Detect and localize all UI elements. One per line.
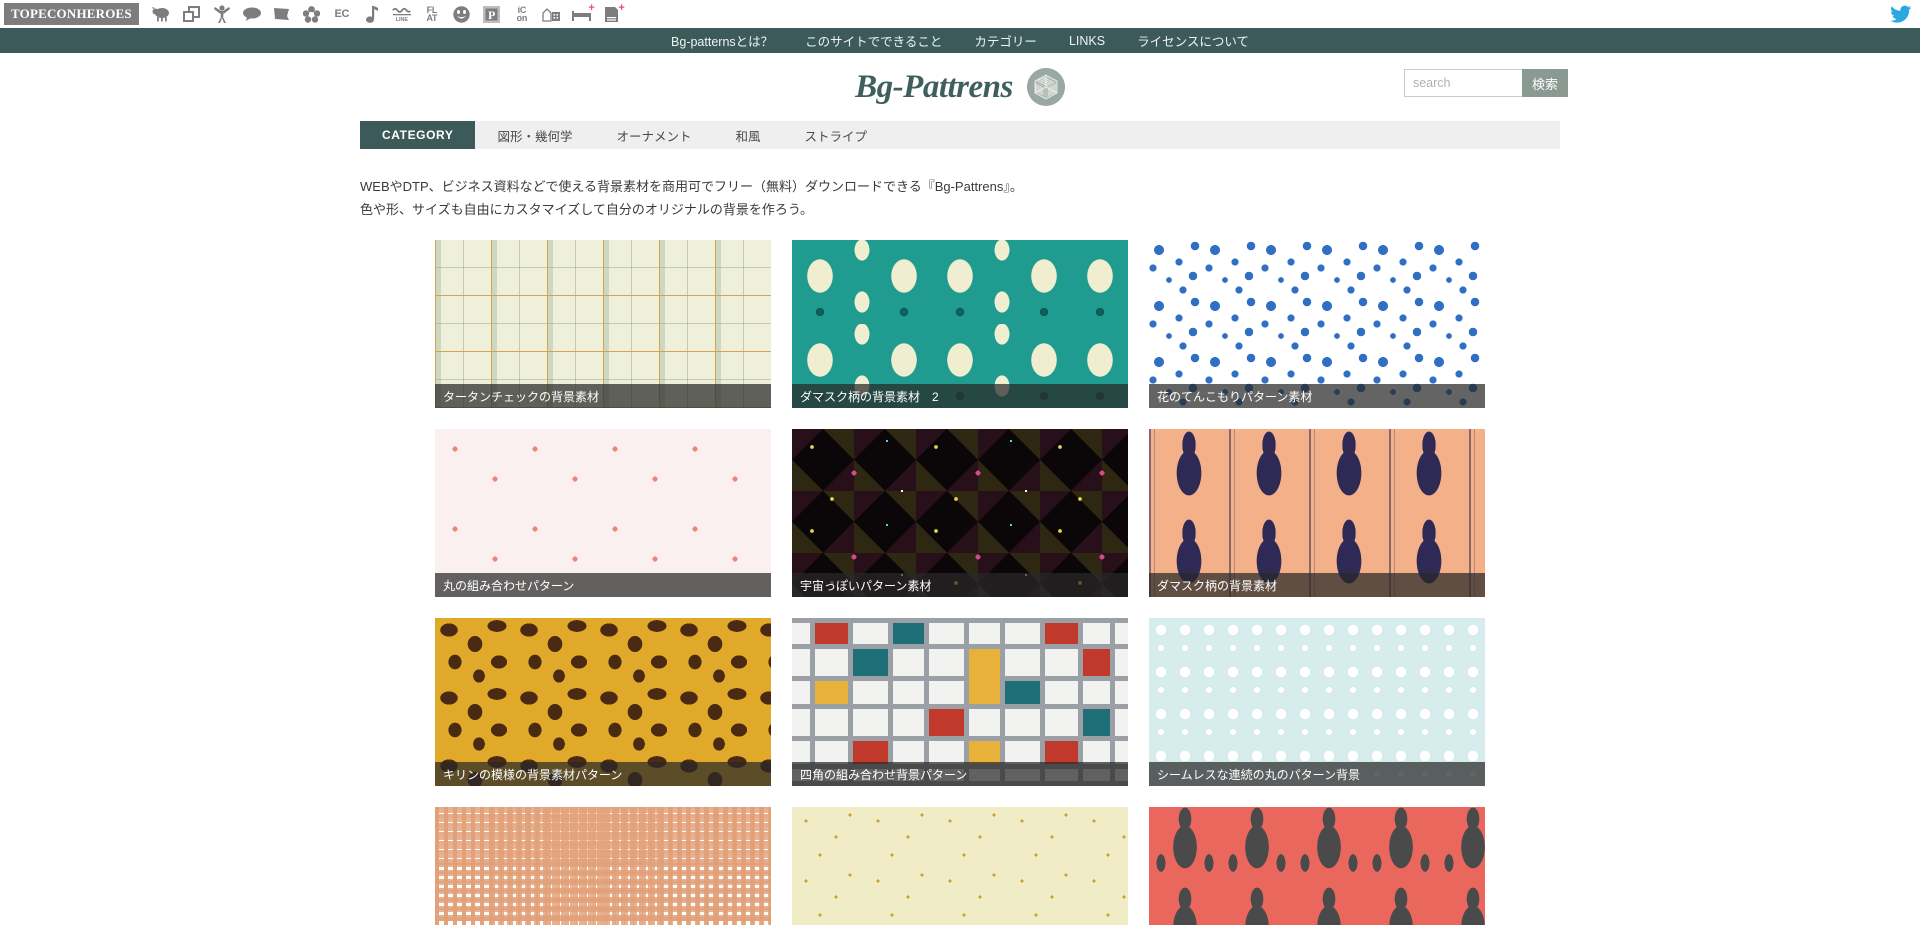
pattern-title: タータンチェックの背景素材 — [435, 384, 771, 408]
pattern-swatch-stars — [792, 807, 1128, 925]
ec-icon[interactable]: EC — [332, 4, 352, 24]
pattern-card[interactable]: 宇宙っぽいパターン素材 — [792, 429, 1128, 597]
pattern-card[interactable]: キリンの模様の背景素材パターン — [435, 618, 771, 786]
pattern-card[interactable]: タータンチェックの背景素材 — [435, 240, 771, 408]
pattern-swatch-damask-peach — [1149, 429, 1485, 597]
description-line-1: WEBやDTP、ビジネス資料などで使える背景素材を商用可でフリー（無料）ダウンロ… — [360, 175, 1560, 198]
search-input[interactable] — [1404, 69, 1522, 97]
flat-icon[interactable]: FLAT — [422, 4, 442, 24]
logo-text: Bg-Pattrens — [855, 69, 1013, 106]
pattern-card[interactable] — [435, 807, 771, 925]
topecon-brand-chip[interactable]: TOPECONHEROES — [4, 3, 139, 25]
icon-icon[interactable]: iCon — [512, 4, 532, 24]
nav-item-category[interactable]: カテゴリー — [974, 31, 1037, 50]
flag-icon[interactable] — [272, 4, 292, 24]
person-icon[interactable] — [212, 4, 232, 24]
main-navigation: Bg-patternsとは？ このサイトでできること カテゴリー LINKS ラ… — [0, 28, 1920, 53]
pattern-gallery: タータンチェックの背景素材 ダマスク柄の背景素材 2 花のてんこもりパターン素材… — [360, 240, 1560, 925]
pattern-title: シームレスな連続の丸のパターン背景 — [1149, 762, 1485, 786]
site-header: Bg-Pattrens 検索 — [0, 53, 1920, 121]
pattern-card[interactable]: 四角の組み合わせ背景パターン — [792, 618, 1128, 786]
pattern-swatch-space — [792, 429, 1128, 597]
pattern-title: 四角の組み合わせ背景パターン — [792, 762, 1128, 786]
category-tabs-container: CATEGORY 図形・幾何学 オーナメント 和風 ストライプ — [0, 121, 1920, 149]
pattern-card[interactable]: 丸の組み合わせパターン — [435, 429, 771, 597]
copy-icon[interactable] — [182, 4, 202, 24]
building-icon[interactable] — [542, 4, 562, 24]
tab-stripe[interactable]: ストライプ — [783, 121, 890, 149]
tab-category[interactable]: CATEGORY — [360, 121, 475, 149]
pattern-title: ダマスク柄の背景素材 — [1149, 573, 1485, 597]
search-button[interactable]: 検索 — [1522, 69, 1568, 97]
pattern-swatch-dashed-grid — [435, 807, 771, 925]
pattern-swatch-dots — [1149, 618, 1485, 786]
description-line-2: 色や形、サイズも自由にカスタマイズして自分のオリジナルの背景を作ろう。 — [360, 198, 1560, 221]
topecon-toolbar: TOPECONHEROES EC LINE FLAT — [0, 0, 1920, 28]
site-logo[interactable]: Bg-Pattrens — [855, 68, 1065, 106]
pattern-swatch-mondrian — [792, 618, 1128, 786]
hexagon-cube-icon — [1027, 68, 1065, 106]
pattern-title: 花のてんこもりパターン素材 — [1149, 384, 1485, 408]
category-tabs: CATEGORY 図形・幾何学 オーナメント 和風 ストライプ — [360, 121, 1560, 149]
music-note-icon[interactable] — [362, 4, 382, 24]
svg-text:P: P — [488, 8, 495, 22]
pattern-swatch-blue-floral — [1149, 240, 1485, 408]
plus-badge-icon: + — [588, 3, 594, 14]
pattern-card[interactable]: 花のてんこもりパターン素材 — [1149, 240, 1485, 408]
pattern-card[interactable]: ダマスク柄の背景素材 2 — [792, 240, 1128, 408]
tab-geometric[interactable]: 図形・幾何学 — [475, 121, 594, 149]
pattern-card[interactable] — [1149, 807, 1485, 925]
parking-icon[interactable]: P — [482, 4, 502, 24]
pattern-swatch-damask-teal — [792, 240, 1128, 408]
sheep-icon[interactable] — [152, 4, 172, 24]
topecon-brand-label: TOPECONHEROES — [11, 6, 132, 22]
pattern-swatch-tartan — [435, 240, 771, 408]
pattern-swatch-damask-coral — [1149, 807, 1485, 925]
pattern-title: ダマスク柄の背景素材 2 — [792, 384, 1128, 408]
tab-ornament[interactable]: オーナメント — [594, 121, 713, 149]
pattern-title: キリンの模様の背景素材パターン — [435, 762, 771, 786]
nav-item-about[interactable]: Bg-patternsとは？ — [671, 31, 773, 50]
site-description: WEBやDTP、ビジネス資料などで使える背景素材を商用可でフリー（無料）ダウンロ… — [360, 175, 1560, 221]
pattern-title: 宇宙っぽいパターン素材 — [792, 573, 1128, 597]
speech-bubble-icon[interactable] — [242, 4, 262, 24]
pattern-card[interactable] — [792, 807, 1128, 925]
nav-item-what-you-can-do[interactable]: このサイトでできること — [805, 31, 942, 50]
pattern-swatch-circles — [435, 429, 771, 597]
topecon-icon-list: EC LINE FLAT P iCon + + — [152, 4, 622, 24]
pattern-title: 丸の組み合わせパターン — [435, 573, 771, 597]
pattern-card[interactable]: ダマスク柄の背景素材 — [1149, 429, 1485, 597]
pattern-card[interactable]: シームレスな連続の丸のパターン背景 — [1149, 618, 1485, 786]
pattern-swatch-giraffe — [435, 618, 771, 786]
tab-japanese[interactable]: 和風 — [714, 121, 783, 149]
smiley-icon[interactable] — [452, 4, 472, 24]
document-icon[interactable]: + — [602, 4, 622, 24]
line-icon[interactable]: LINE — [392, 4, 412, 24]
nav-item-links[interactable]: LINKS — [1069, 34, 1105, 48]
flower-icon[interactable] — [302, 4, 322, 24]
twitter-icon[interactable] — [1890, 3, 1912, 25]
bed-icon[interactable]: + — [572, 4, 592, 24]
svg-text:LINE: LINE — [395, 17, 408, 22]
nav-item-license[interactable]: ライセンスについて — [1137, 31, 1249, 50]
search-form: 検索 — [1404, 69, 1568, 97]
plus-badge-2-icon: + — [618, 3, 624, 14]
pattern-swatch-dashed-grid-overlay — [435, 807, 771, 925]
